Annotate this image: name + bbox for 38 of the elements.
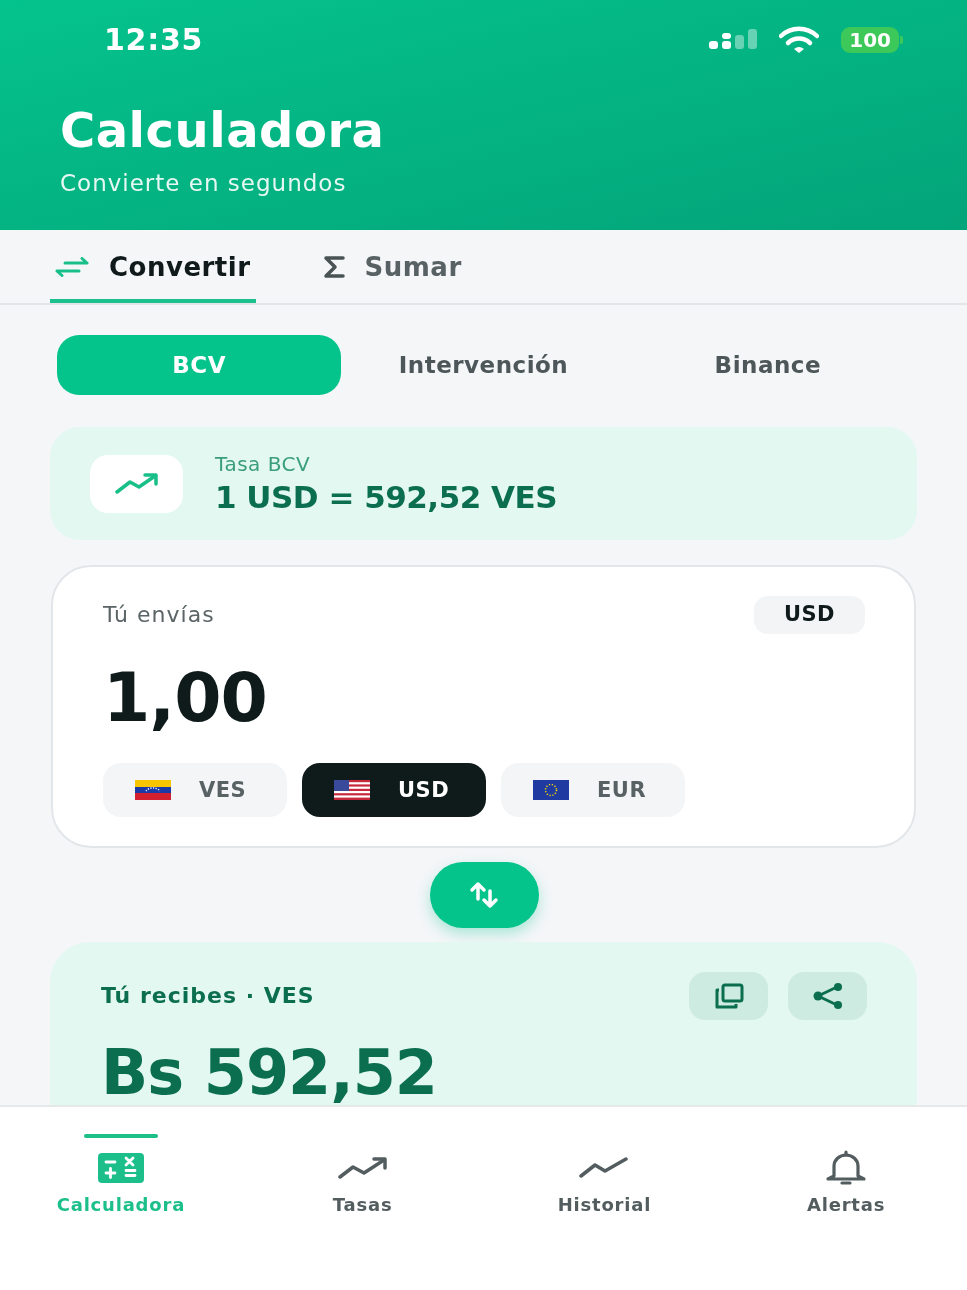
share-button[interactable] — [788, 972, 867, 1020]
rate-source-tab[interactable]: Binance — [625, 335, 910, 395]
trending-up-icon — [337, 1156, 388, 1180]
mode-tab[interactable]: Sumar — [317, 230, 467, 303]
rate-label: Tasa BCV — [215, 454, 312, 474]
signal-icon — [709, 29, 758, 51]
nav-tab[interactable]: Tasas — [282, 1134, 443, 1214]
receive-label: Tú recibes · VES — [101, 985, 315, 1007]
copy-button[interactable] — [689, 972, 768, 1020]
venezuela-flag-icon — [135, 780, 171, 800]
currency-chip[interactable]: EUR — [501, 763, 685, 817]
send-amount: 1,00 — [103, 664, 267, 732]
currency-chip[interactable]: VES — [103, 763, 287, 817]
send-label: Tú envías — [103, 604, 215, 626]
eu-flag-icon — [533, 780, 569, 800]
receive-amount: Bs 592,52 — [101, 1042, 437, 1104]
calculator-icon — [97, 1153, 144, 1183]
rate-source-tab[interactable]: Intervención — [341, 335, 626, 395]
page-subtitle: Convierte en segundos — [60, 172, 347, 195]
status-time: 12:35 — [104, 25, 204, 55]
share-icon — [811, 983, 844, 1009]
us-flag-icon — [334, 780, 370, 800]
nav-tab[interactable]: Alertas — [766, 1134, 927, 1214]
wifi-icon — [779, 26, 820, 54]
sigma-icon — [322, 254, 345, 279]
line-chart-icon — [579, 1157, 630, 1179]
currency-chip[interactable]: USD — [302, 763, 486, 817]
mode-tab[interactable]: Convertir — [50, 230, 256, 303]
trending-up-icon — [90, 454, 183, 513]
battery-indicator: 100 — [841, 27, 903, 53]
page-title: Calculadora — [60, 106, 385, 154]
copy-icon — [713, 983, 744, 1009]
bell-icon — [825, 1150, 868, 1186]
currency-badge: USD — [754, 596, 865, 634]
left-right-arrows-icon — [55, 256, 89, 277]
swap-arrows-icon — [469, 881, 499, 909]
nav-tab[interactable]: Historial — [524, 1134, 685, 1214]
rate-value: 1 USD = 592,52 VES — [215, 482, 558, 513]
